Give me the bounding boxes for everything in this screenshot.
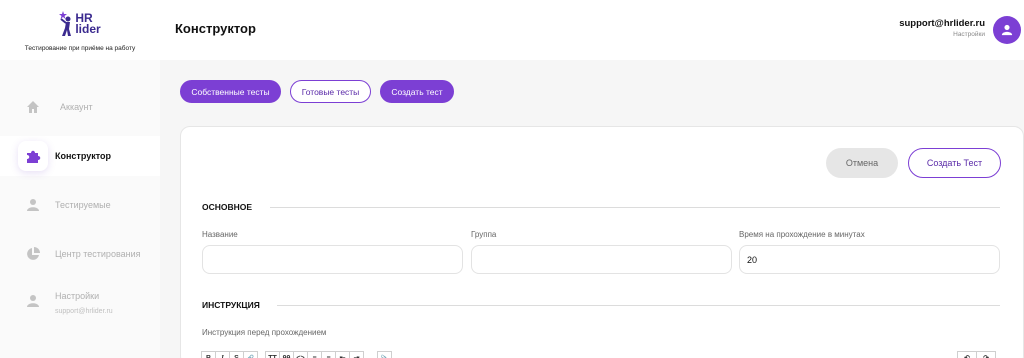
logo-line2: lider: [75, 21, 101, 36]
instruction-label: Инструкция перед прохождением: [202, 328, 327, 337]
logo-tagline: Тестирование при приёме на работу: [24, 44, 136, 52]
indent-icon[interactable]: ⇥: [349, 351, 364, 358]
sidebar-item-label: Центр тестирования: [55, 249, 141, 259]
redo-icon[interactable]: ↷: [976, 351, 996, 358]
sidebar-item-sublabel: support@hrlider.ru: [55, 308, 113, 315]
section-title-main: ОСНОВНОЕ: [202, 202, 253, 212]
sidebar-item-testees[interactable]: Тестируемые: [0, 185, 160, 225]
group-label: Группа: [471, 230, 497, 239]
group-select[interactable]: [471, 245, 732, 274]
name-input[interactable]: [202, 245, 463, 274]
avatar[interactable]: [993, 16, 1021, 44]
pie-chart-icon: [18, 239, 48, 269]
person-icon: [18, 286, 48, 316]
italic-button[interactable]: I: [215, 351, 230, 358]
sidebar-item-label: Тестируемые: [55, 200, 111, 210]
undo-icon[interactable]: ↶: [957, 351, 977, 358]
logo[interactable]: HR lider: [59, 9, 101, 39]
section-title-instruction: ИНСТРУКЦИЯ: [202, 300, 260, 310]
bold-button[interactable]: B: [201, 351, 216, 358]
link-icon[interactable]: 🔗: [243, 351, 258, 358]
user-email: support@hrlider.ru: [899, 18, 985, 29]
history-toolbar: ↶ ↷: [957, 351, 996, 358]
sidebar-item-constructor[interactable]: Конструктор: [0, 136, 160, 176]
logo-area: HR lider Тестирование при приёме на рабо…: [0, 0, 160, 60]
strike-button[interactable]: S: [229, 351, 244, 358]
divider: [270, 207, 1000, 208]
create-test-form: Отмена Создать Тест ОСНОВНОЕ Название Гр…: [180, 126, 1024, 358]
attach-icon[interactable]: 📎: [377, 351, 392, 358]
quote-button[interactable]: 99: [279, 351, 294, 358]
home-icon: [18, 92, 48, 122]
time-input[interactable]: 20: [739, 245, 1000, 274]
sidebar-item-label: Настройки: [55, 291, 100, 301]
time-label: Время на прохождение в минутах: [739, 230, 865, 239]
puzzle-icon: [18, 141, 48, 171]
cancel-button[interactable]: Отмена: [826, 148, 898, 178]
sidebar-item-label: Конструктор: [55, 151, 112, 161]
heading-button[interactable]: TT: [265, 351, 280, 358]
tab-ready-tests[interactable]: Готовые тесты: [290, 80, 371, 103]
bullet-list-icon[interactable]: ≡: [307, 351, 322, 358]
tab-own-tests[interactable]: Собственные тесты: [180, 80, 281, 103]
logo-figure-icon: [59, 10, 73, 37]
header: Конструктор support@hrlider.ru Настройки: [160, 0, 1024, 60]
sidebar-item-label: Аккаунт: [60, 102, 93, 112]
code-button[interactable]: <>: [293, 351, 308, 358]
sidebar-item-account[interactable]: Аккаунт: [0, 87, 160, 127]
main-content: Собственные тесты Готовые тесты Создать …: [160, 60, 1024, 358]
user-settings-link[interactable]: Настройки: [953, 31, 985, 38]
editor-toolbar: B I S 🔗 TT 99 <> ≡ ≡ ⇤ ⇥ 📎: [201, 351, 392, 358]
page-title: Конструктор: [175, 21, 256, 36]
outdent-icon[interactable]: ⇤: [335, 351, 350, 358]
tab-create-test[interactable]: Создать тест: [380, 80, 454, 103]
sidebar: HR lider Тестирование при приёме на рабо…: [0, 0, 160, 358]
numbered-list-icon[interactable]: ≡: [321, 351, 336, 358]
name-label: Название: [202, 230, 238, 239]
divider: [277, 305, 1000, 306]
user-icon: [1001, 24, 1013, 36]
sidebar-item-settings[interactable]: Настройки support@hrlider.ru: [0, 282, 160, 326]
sidebar-item-testing-center[interactable]: Центр тестирования: [0, 234, 160, 274]
person-icon: [18, 190, 48, 220]
create-test-button[interactable]: Создать Тест: [908, 148, 1001, 178]
